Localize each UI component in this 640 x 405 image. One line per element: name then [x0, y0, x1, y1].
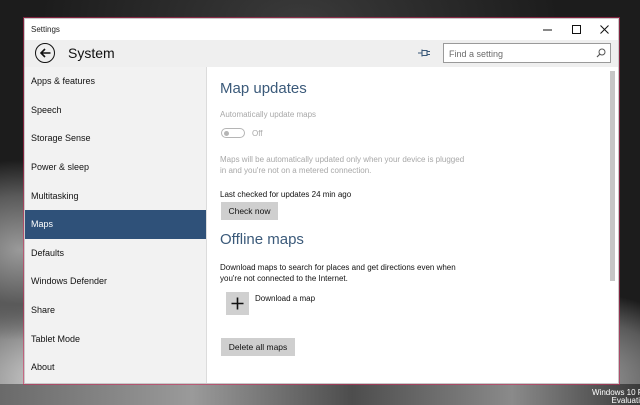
sidebar-item-label: Storage Sense — [31, 133, 91, 144]
toggle-state-label: Off — [252, 129, 263, 138]
search-icon[interactable] — [596, 48, 606, 58]
minimize-icon — [542, 29, 552, 31]
settings-window: Settings System Apps & featu — [24, 18, 619, 384]
maximize-icon — [571, 25, 581, 34]
close-icon — [599, 25, 609, 34]
sidebar-item-label: Tablet Mode — [31, 333, 81, 344]
settings-header: System — [25, 40, 618, 67]
content-scrollbar[interactable] — [610, 71, 615, 281]
sidebar-item-storage-sense[interactable]: Storage Sense — [25, 124, 206, 153]
search-box[interactable] — [443, 43, 611, 63]
auto-update-toggle[interactable] — [221, 128, 245, 138]
sidebar-item-label: Apps & features — [31, 76, 96, 87]
sidebar-item-windows-defender[interactable]: Windows Defender — [25, 267, 206, 296]
sidebar-item-label: Maps — [31, 219, 54, 230]
map-updates-heading: Map updates — [220, 80, 307, 97]
sidebar-item-label: Multitasking — [31, 190, 79, 201]
sidebar-item-label: Power & sleep — [31, 162, 90, 173]
sidebar-item-defaults[interactable]: Defaults — [25, 239, 206, 268]
page-title: System — [68, 45, 115, 61]
last-checked-status: Last checked for updates 24 min ago — [220, 190, 352, 199]
sidebar: Apps & features Speech Storage Sense Pow… — [25, 67, 207, 383]
maps-settings-content: Map updates Automatically update maps Of… — [207, 67, 618, 383]
sidebar-item-label: Defaults — [31, 247, 65, 258]
sidebar-item-maps[interactable]: Maps — [25, 209, 206, 239]
offline-maps-heading: Offline maps — [220, 231, 304, 248]
plus-icon — [231, 297, 244, 310]
download-map-label[interactable]: Download a map — [255, 293, 315, 304]
download-map-button[interactable] — [226, 292, 249, 315]
delete-all-maps-button[interactable]: Delete all maps — [221, 338, 295, 356]
auto-update-description-2: in and you're not on a metered connectio… — [220, 166, 372, 175]
sidebar-item-multitasking[interactable]: Multitasking — [25, 181, 206, 210]
watermark-line-2: Evaluati — [611, 396, 640, 405]
sidebar-item-apps-features[interactable]: Apps & features — [25, 67, 206, 96]
back-arrow-icon — [39, 48, 50, 58]
sidebar-item-power-sleep[interactable]: Power & sleep — [25, 153, 206, 182]
auto-update-label: Automatically update maps — [220, 110, 317, 119]
sidebar-item-share[interactable]: Share — [25, 296, 206, 325]
title-bar[interactable]: Settings — [25, 19, 618, 40]
sidebar-item-label: Share — [31, 305, 56, 316]
window-title: Settings — [31, 25, 60, 34]
sidebar-item-speech[interactable]: Speech — [25, 96, 206, 125]
sidebar-item-label: Windows Defender — [31, 276, 108, 287]
sidebar-item-label: About — [31, 362, 55, 373]
search-input[interactable] — [444, 45, 584, 63]
sidebar-item-tablet-mode[interactable]: Tablet Mode — [25, 324, 206, 353]
pin-icon[interactable] — [417, 47, 431, 59]
back-button[interactable] — [35, 43, 55, 63]
auto-update-description-1: Maps will be automatically updated only … — [220, 155, 465, 164]
offline-maps-description-2: you're not connected to the Internet. — [220, 274, 348, 283]
offline-maps-description-1: Download maps to search for places and g… — [220, 263, 456, 272]
sidebar-item-label: Speech — [31, 104, 62, 115]
close-button[interactable] — [591, 19, 617, 40]
windows-watermark: Windows 10 Pr Evaluati — [592, 389, 640, 405]
maximize-button[interactable] — [563, 19, 589, 40]
sidebar-item-about[interactable]: About — [25, 353, 206, 382]
check-now-button[interactable]: Check now — [221, 202, 278, 220]
minimize-button[interactable] — [534, 19, 560, 40]
desktop-wallpaper-strip — [0, 384, 640, 405]
